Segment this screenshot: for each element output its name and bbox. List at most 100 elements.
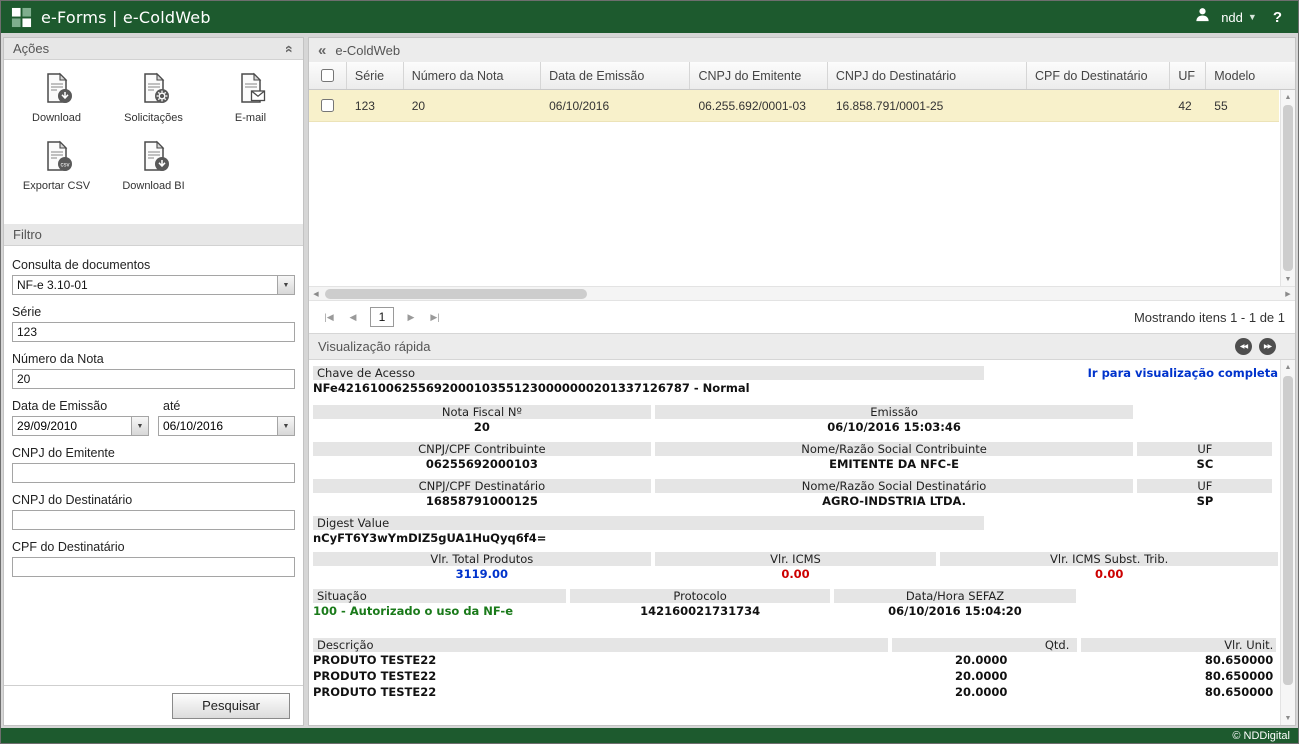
table-row[interactable]: 123 20 06/10/2016 06.255.692/0001-03 16.… — [309, 90, 1279, 122]
copyright-text: © NDDigital — [1232, 730, 1290, 742]
column-header-data-emissao[interactable]: Data de Emissão — [541, 62, 690, 89]
column-header-numero[interactable]: Número da Nota — [404, 62, 541, 89]
data-de-field[interactable]: ▼ — [12, 416, 149, 436]
column-header-cnpj-emitente[interactable]: CNPJ do Emitente — [690, 62, 827, 89]
app-logo-icon — [11, 7, 32, 28]
quickview-header: Visualização rápida ◀◀ ▶▶ — [309, 333, 1295, 360]
quickview-title: Visualização rápida — [318, 339, 431, 354]
search-button[interactable]: Pesquisar — [172, 693, 290, 719]
action-exportar-csv[interactable]: csv Exportar CSV — [8, 140, 105, 192]
collapse-sidebar-icon[interactable]: « — [318, 43, 326, 58]
user-menu[interactable]: ndd ▼ — [1221, 10, 1257, 25]
action-download-bi[interactable]: Download BI — [105, 140, 202, 192]
next-page-button[interactable]: ▶ — [401, 307, 421, 327]
cnpj-destinatario-input[interactable] — [12, 510, 295, 530]
dropdown-arrow-icon[interactable]: ▼ — [277, 276, 294, 294]
help-button[interactable]: ? — [1267, 9, 1288, 26]
app-window: e-Forms | e-ColdWeb ndd ▼ ? Ações « Down… — [0, 0, 1299, 744]
pagination-bar: |◀ ◀ 1 ▶ ▶| Mostrando itens 1 - 1 de 1 — [309, 301, 1295, 333]
data-ate-input[interactable] — [159, 417, 277, 435]
serie-label: Série — [12, 305, 295, 319]
grid-vertical-scrollbar[interactable]: ▲ ▼ — [1280, 90, 1295, 286]
scroll-right-icon[interactable]: ▶ — [1281, 287, 1295, 300]
first-page-button[interactable]: |◀ — [319, 307, 339, 327]
sidebar: Ações « Download Solicitações E-mail — [3, 37, 304, 726]
item-qtd: 20.0000 — [892, 685, 1077, 700]
column-header-uf[interactable]: UF — [1170, 62, 1206, 89]
previous-page-button[interactable]: ◀ — [343, 307, 363, 327]
scrollbar-thumb[interactable] — [1283, 376, 1293, 685]
column-header-cnpj-destinatario[interactable]: CNPJ do Destinatário — [828, 62, 1027, 89]
pagination-status: Mostrando itens 1 - 1 de 1 — [1134, 310, 1285, 325]
cnpj-emitente-input[interactable] — [12, 463, 295, 483]
app-title: e-Forms | e-ColdWeb — [41, 8, 211, 27]
column-header-serie[interactable]: Série — [347, 62, 404, 89]
item-vlr-unit: 80.650000 — [1081, 653, 1276, 668]
action-solicitacoes[interactable]: Solicitações — [105, 72, 202, 124]
cell-data-emissao: 06/10/2016 — [541, 90, 690, 121]
full-view-link-cell: Ir para visualização completa — [988, 366, 1278, 380]
vlr-icms-st-value: 0.00 — [940, 567, 1278, 582]
row-select-cell — [309, 90, 347, 121]
action-email[interactable]: E-mail — [202, 72, 299, 124]
action-download[interactable]: Download — [8, 72, 105, 124]
next-record-icon[interactable]: ▶▶ — [1259, 338, 1276, 355]
full-view-link[interactable]: Ir para visualização completa — [1088, 366, 1278, 380]
scroll-up-icon[interactable]: ▲ — [1281, 360, 1295, 374]
emissao-label: Emissão — [655, 405, 1134, 419]
cnpj-destinatario-qv-value: 16858791000125 — [313, 494, 651, 509]
action-label: Download — [32, 112, 81, 124]
column-header-cpf-destinatario[interactable]: CPF do Destinatário — [1027, 62, 1170, 89]
nome-contribuinte-label: Nome/Razão Social Contribuinte — [655, 442, 1134, 456]
search-row: Pesquisar — [4, 685, 303, 725]
collapse-panel-icon[interactable]: « — [283, 45, 297, 53]
scroll-up-icon[interactable]: ▲ — [1281, 90, 1295, 104]
item-row: PRODUTO TESTE22 20.0000 80.650000 — [313, 685, 1278, 700]
chevron-down-icon: ▼ — [1248, 12, 1257, 22]
uf-contribuinte-label: UF — [1137, 442, 1272, 456]
serie-input[interactable] — [12, 322, 295, 342]
consulta-selected-value: NF-e 3.10-01 — [13, 278, 277, 292]
data-ate-field[interactable]: ▼ — [158, 416, 295, 436]
current-page-box[interactable]: 1 — [370, 307, 394, 327]
numero-nota-input[interactable] — [12, 369, 295, 389]
vlr-total-label: Vlr. Total Produtos — [313, 552, 651, 566]
sefaz-label: Data/Hora SEFAZ — [834, 589, 1075, 603]
scroll-left-icon[interactable]: ◀ — [309, 287, 323, 300]
consulta-select[interactable]: NF-e 3.10-01 ▼ — [12, 275, 295, 295]
consulta-label: Consulta de documentos — [12, 258, 295, 272]
column-header-modelo[interactable]: Modelo — [1206, 62, 1279, 89]
select-all-checkbox[interactable] — [321, 69, 334, 82]
grid-rows-region: 123 20 06/10/2016 06.255.692/0001-03 16.… — [309, 90, 1295, 286]
dropdown-arrow-icon[interactable]: ▼ — [277, 417, 294, 435]
main-panel: « e-ColdWeb Série Número da Nota Data de… — [308, 37, 1296, 726]
actions-section-header: Ações « — [4, 38, 303, 60]
export-csv-icon: csv — [41, 140, 73, 177]
quickview-vertical-scrollbar[interactable]: ▲ ▼ — [1280, 360, 1295, 725]
cell-cnpj-destinatario: 16.858.791/0001-25 — [828, 90, 1027, 121]
cell-modelo: 55 — [1206, 90, 1279, 121]
cpf-destinatario-input[interactable] — [12, 557, 295, 577]
dropdown-arrow-icon[interactable]: ▼ — [131, 417, 148, 435]
user-menu-label: ndd — [1221, 10, 1243, 25]
vlr-icms-st-label: Vlr. ICMS Subst. Trib. — [940, 552, 1278, 566]
cnpj-destinatario-label: CNPJ do Destinatário — [12, 493, 295, 507]
uf-destinatario-value: SP — [1137, 494, 1272, 509]
scrollbar-thumb[interactable] — [1283, 105, 1293, 271]
data-de-input[interactable] — [13, 417, 131, 435]
email-document-icon — [235, 72, 267, 109]
top-bar: e-Forms | e-ColdWeb ndd ▼ ? — [1, 1, 1298, 33]
previous-record-icon[interactable]: ◀◀ — [1235, 338, 1252, 355]
protocolo-label: Protocolo — [570, 589, 831, 603]
svg-text:csv: csv — [60, 162, 69, 168]
action-label: E-mail — [235, 112, 266, 124]
chave-acesso-label: Chave de Acesso — [313, 366, 984, 380]
last-page-button[interactable]: ▶| — [425, 307, 445, 327]
scroll-down-icon[interactable]: ▼ — [1281, 711, 1295, 725]
grid-horizontal-scrollbar[interactable]: ◀ ▶ — [309, 286, 1295, 301]
scrollbar-thumb[interactable] — [325, 289, 587, 299]
numero-nota-label: Número da Nota — [12, 352, 295, 366]
digest-value-label: Digest Value — [313, 516, 984, 530]
row-checkbox[interactable] — [321, 99, 334, 112]
scroll-down-icon[interactable]: ▼ — [1281, 272, 1295, 286]
